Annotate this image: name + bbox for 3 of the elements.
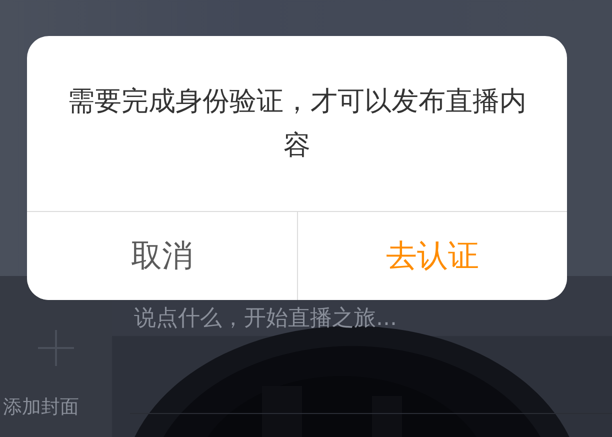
dialog-message: 需要完成身份验证，才可以发布直播内容 bbox=[66, 85, 528, 162]
add-cover-label[interactable]: 添加封面 bbox=[3, 394, 79, 420]
verify-button[interactable]: 去认证 bbox=[296, 212, 567, 300]
